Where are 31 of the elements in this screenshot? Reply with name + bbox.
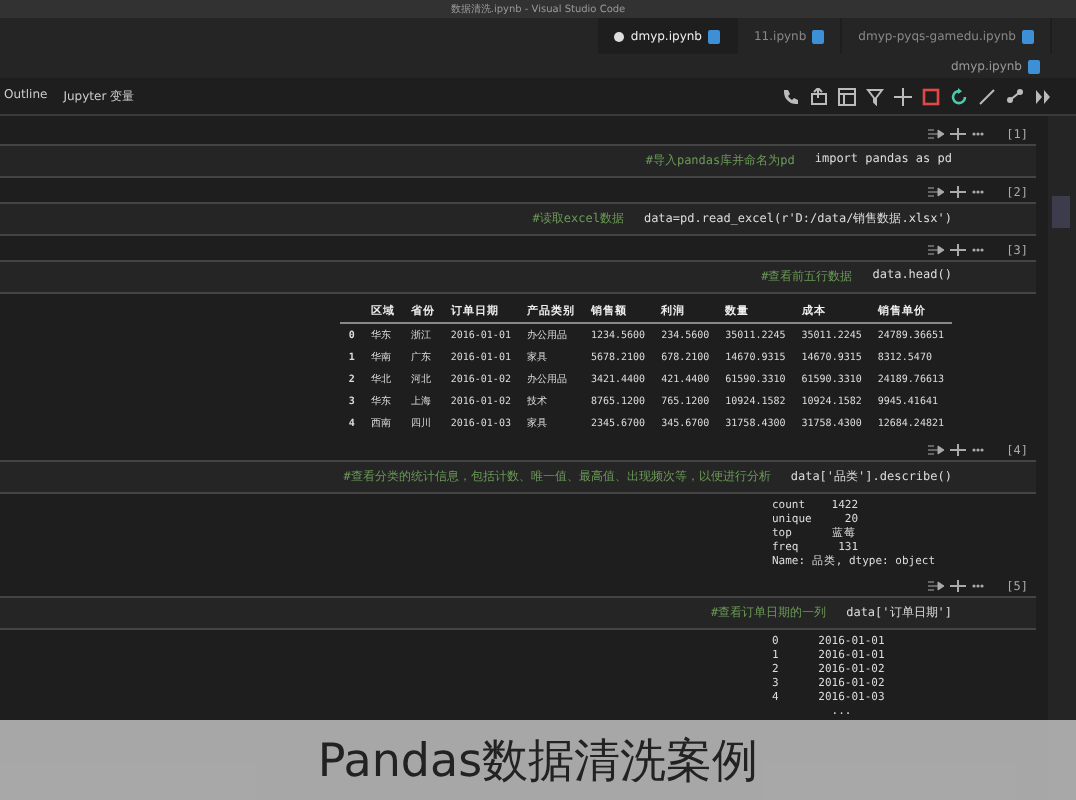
unsaved-dot-icon — [614, 31, 625, 41]
split-icon[interactable] — [950, 580, 967, 592]
more-icon[interactable] — [972, 186, 985, 198]
run-by-line-icon[interactable] — [928, 580, 945, 592]
filter-icon[interactable] — [866, 87, 884, 105]
scrollbar-thumb[interactable] — [1052, 196, 1070, 228]
notebook-icon — [812, 29, 825, 43]
variables-icon[interactable] — [838, 87, 856, 105]
export-icon[interactable] — [810, 87, 828, 105]
stop-icon[interactable] — [922, 87, 940, 105]
run-by-line-icon[interactable] — [928, 186, 945, 198]
more-icon[interactable] — [972, 244, 985, 256]
notebook-icon — [1028, 59, 1040, 73]
split-icon[interactable] — [950, 128, 967, 140]
restart-icon[interactable] — [950, 87, 968, 105]
split-icon[interactable] — [950, 244, 967, 256]
split-icon[interactable] — [950, 186, 967, 198]
notebook-icon — [1022, 29, 1034, 43]
more-icon[interactable] — [972, 128, 985, 140]
run-by-line-icon[interactable] — [928, 128, 945, 140]
run-all-icon[interactable] — [1034, 87, 1052, 105]
run-by-line-icon[interactable] — [928, 444, 945, 456]
run-by-line-icon[interactable] — [928, 244, 945, 256]
more-icon[interactable] — [972, 444, 985, 456]
share-icon[interactable] — [1006, 87, 1024, 105]
phone-icon[interactable] — [782, 87, 800, 105]
caption-text: Pandas数据清洗案例 — [0, 720, 1076, 800]
more-icon[interactable] — [972, 580, 985, 592]
plus-icon[interactable] — [894, 87, 912, 105]
notebook-icon — [707, 29, 720, 43]
split-icon[interactable] — [950, 444, 967, 456]
